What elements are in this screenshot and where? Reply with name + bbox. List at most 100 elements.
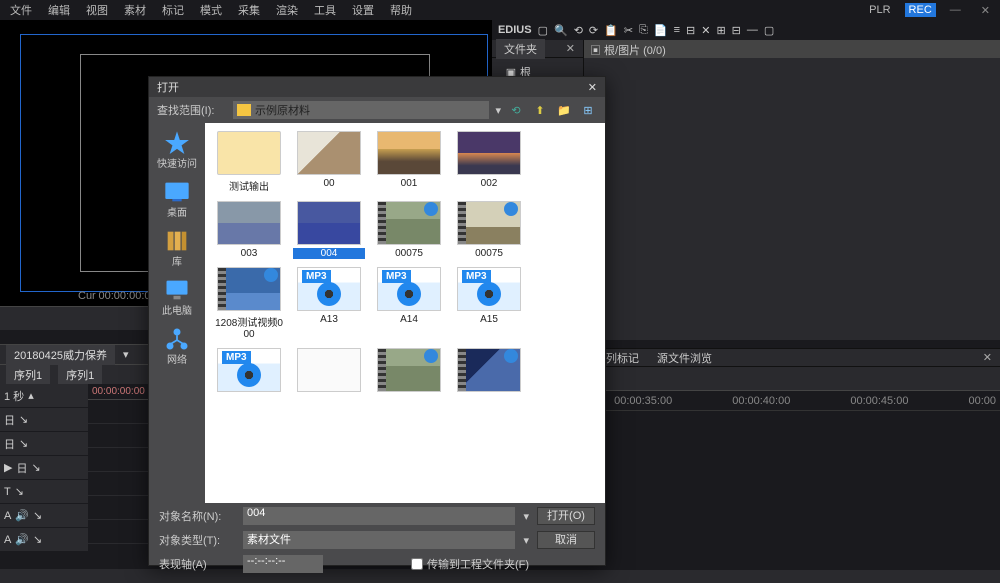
tab-source-browse[interactable]: 源文件浏览 [649,348,720,368]
close-icon[interactable]: ✕ [588,81,597,94]
menu-help[interactable]: 帮助 [384,0,418,20]
sidebar-this-pc[interactable]: 此电脑 [151,276,203,317]
mp3-thumbnail [217,348,281,392]
dropdown-icon[interactable]: ▾ [523,534,529,547]
menu-tools[interactable]: 工具 [308,0,342,20]
render-label: 表现轴(A) [159,556,235,572]
minimize-icon[interactable]: — [944,2,967,18]
video-thumbnail [457,348,521,392]
file-item[interactable]: A15 [453,267,525,340]
open-button[interactable]: 打开(O) [537,507,595,525]
track-v1[interactable]: ▶日↘ [0,456,88,480]
track-v2[interactable]: 日↘ [0,432,88,456]
bin-path: ▣ 根/图片 (0/0) [584,40,1000,58]
menu-view[interactable]: 视图 [80,0,114,20]
sequence-tab-2[interactable]: 序列1 [58,365,102,385]
filename-input[interactable]: 004 [243,507,515,525]
track-v3[interactable]: 日↘ [0,408,88,432]
project-name-tab[interactable]: 20180425威力保养 [6,345,115,365]
tool-icon[interactable]: ⊟ [686,24,695,37]
close-icon[interactable]: ▢ [764,24,774,37]
folders-tab[interactable]: 文件夹 [496,39,545,59]
menu-settings[interactable]: 设置 [346,0,380,20]
up-icon[interactable]: ⬆ [531,101,549,119]
menu-edit[interactable]: 编辑 [42,0,76,20]
file-item[interactable]: 001 [373,131,445,193]
file-item[interactable]: 003 [213,201,285,259]
bin-content[interactable] [584,58,1000,340]
path-dropdown[interactable]: 示例原材料 [233,101,489,119]
track-scale[interactable]: 1 秒▴ [0,384,88,408]
transfer-checkbox[interactable]: 传输到工程文件夹(F) [411,556,529,572]
dialog-titlebar[interactable]: 打开 ✕ [149,77,605,97]
paste-icon[interactable]: 📄 [654,24,668,37]
cut-icon[interactable]: ✂ [624,24,633,37]
sidebar-desktop[interactable]: 桌面 [151,178,203,219]
image-thumbnail [297,131,361,175]
video-thumbnail [457,201,521,245]
track-a1[interactable]: A🔊↘ [0,504,88,528]
rec-indicator: REC [905,3,936,17]
file-label: 00075 [453,248,525,259]
filetype-dropdown[interactable]: 素材文件 [243,531,515,549]
image-thumbnail [217,201,281,245]
desktop-icon [163,178,191,202]
tool-icon[interactable]: ⟲ [574,24,583,37]
new-folder-icon[interactable]: 📁 [555,101,573,119]
menu-capture[interactable]: 采集 [232,0,266,20]
track-a2[interactable]: A🔊↘ [0,528,88,552]
dropdown-icon[interactable]: ▾ [495,104,501,117]
menu-clip[interactable]: 素材 [118,0,152,20]
file-label: 1208测试视频000 [213,314,285,340]
track-title[interactable]: T↘ [0,480,88,504]
file-item[interactable]: 测试输出 [213,131,285,193]
menu-file[interactable]: 文件 [4,0,38,20]
close-icon[interactable]: ✕ [979,351,996,364]
blank-thumbnail [297,348,361,392]
file-label: A15 [453,314,525,325]
menu-mode[interactable]: 模式 [194,0,228,20]
cancel-button[interactable]: 取消 [537,531,595,549]
sequence-tab-1[interactable]: 序列1 [6,365,50,385]
tool-icon[interactable]: 📋 [604,24,618,37]
search-icon[interactable]: 🔍 [554,24,568,37]
file-item[interactable]: 002 [453,131,525,193]
tool-icon[interactable]: ⟳ [589,24,598,37]
video-thumbnail [217,267,281,311]
recorder-label: PLR [863,2,896,18]
file-item[interactable] [373,348,445,395]
file-item[interactable]: 00075 [373,201,445,259]
new-icon[interactable]: ▢ [538,24,548,37]
file-item[interactable]: 1208测试视频000 [213,267,285,340]
chevron-down-icon[interactable]: ▾ [123,348,129,361]
app-label: EDIUS [498,24,532,36]
minimize-icon[interactable]: — [747,24,758,37]
file-item[interactable] [293,348,365,395]
tool-icon[interactable]: ⊟ [732,24,741,37]
sidebar-network[interactable]: 网络 [151,325,203,366]
file-item[interactable]: A13 [293,267,365,340]
view-icon[interactable]: ⊞ [579,101,597,119]
tool-icon[interactable]: ✕ [701,24,710,37]
computer-icon [163,276,191,300]
file-item[interactable]: 00 [293,131,365,193]
close-icon[interactable]: ✕ [562,42,579,55]
file-item[interactable]: 00075 [453,201,525,259]
right-toolbar: EDIUS ▢ 🔍 ⟲ ⟳ 📋 ✂ ⎘ 📄 ≡ ⊟ ✕ ⊞ ⊟ — ▢ [492,20,1000,40]
menu-render[interactable]: 渲染 [270,0,304,20]
file-item[interactable] [213,348,285,395]
close-icon[interactable]: ✕ [975,2,996,19]
back-icon[interactable]: ⟲ [507,101,525,119]
file-item[interactable]: 004 [293,201,365,259]
file-item[interactable]: A14 [373,267,445,340]
menu-marker[interactable]: 标记 [156,0,190,20]
file-label: 004 [293,248,365,259]
render-value: --:--:--:-- [243,555,323,573]
tool-icon[interactable]: ⊞ [716,24,725,37]
sidebar-library[interactable]: 库 [151,227,203,268]
copy-icon[interactable]: ⎘ [639,24,648,37]
dropdown-icon[interactable]: ▾ [523,510,529,523]
tool-icon[interactable]: ≡ [674,24,680,37]
sidebar-quick-access[interactable]: 快速访问 [151,129,203,170]
file-item[interactable] [453,348,525,395]
